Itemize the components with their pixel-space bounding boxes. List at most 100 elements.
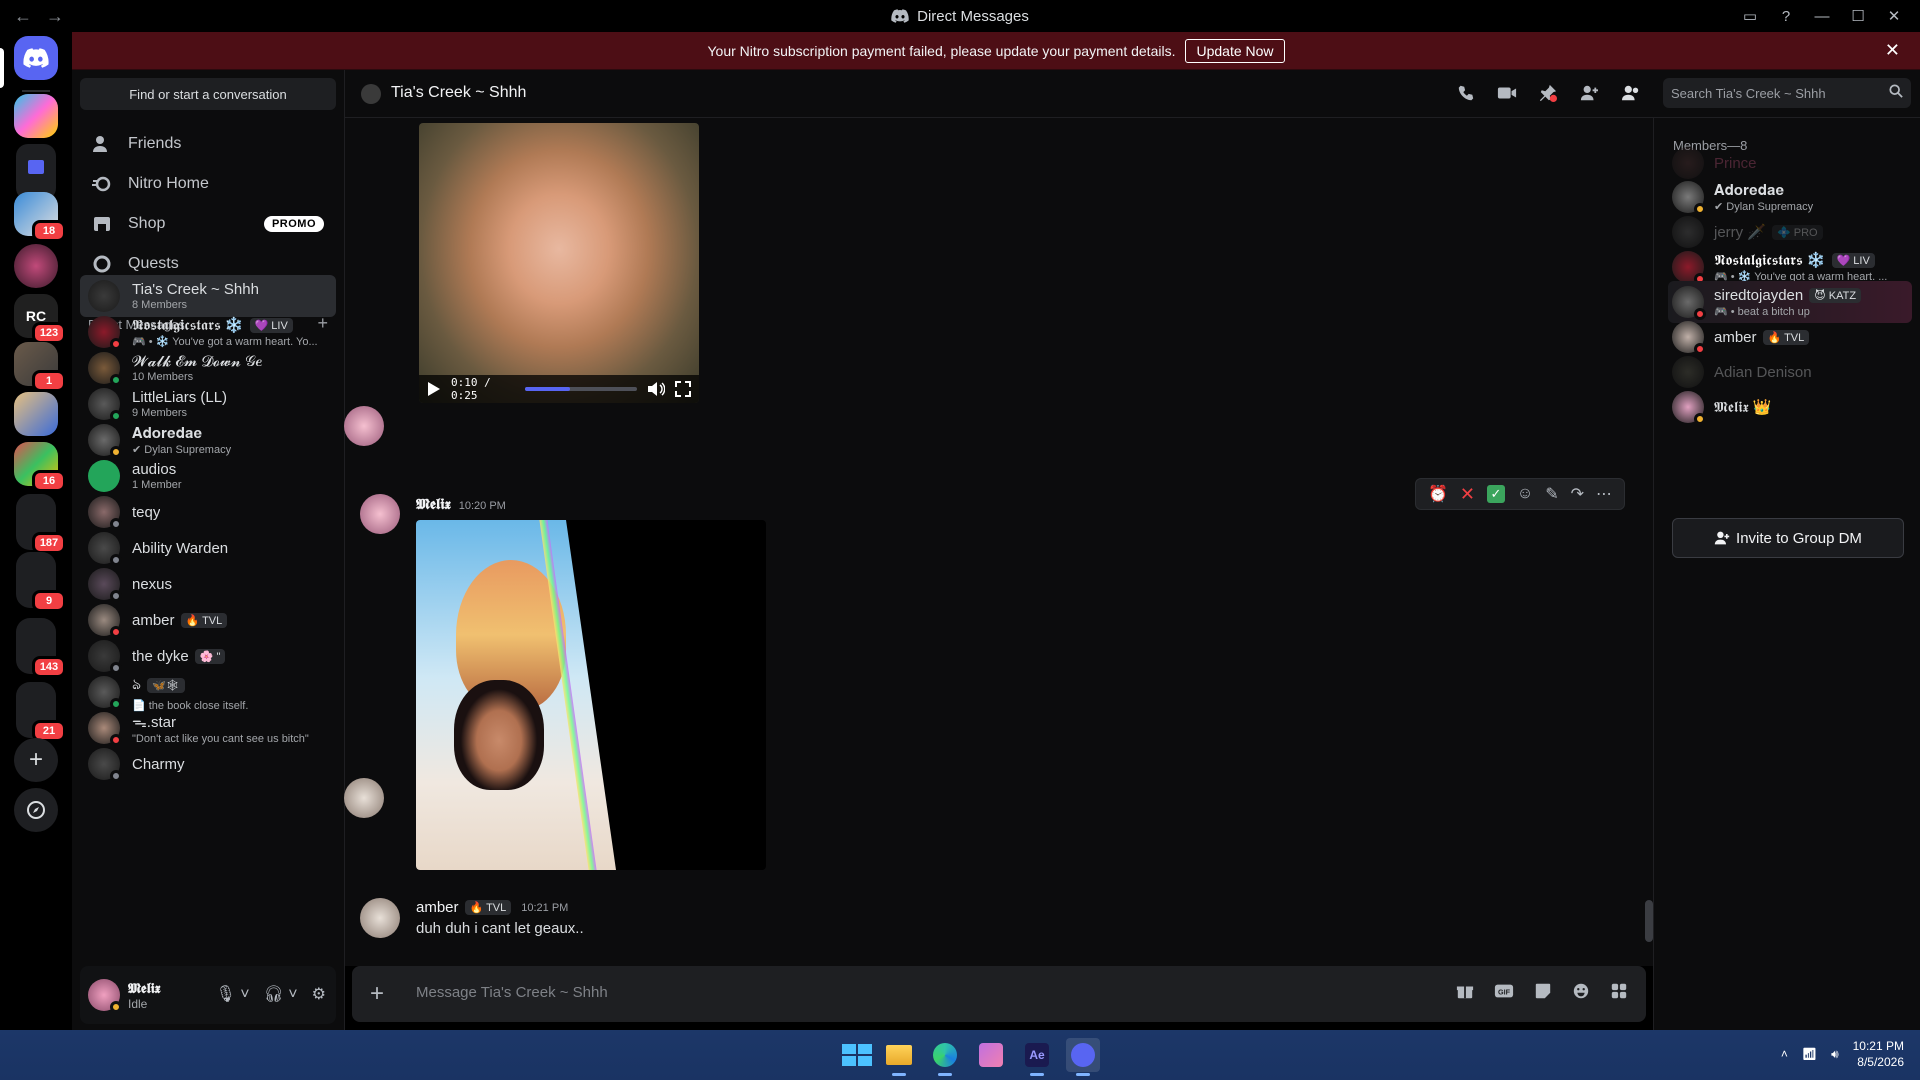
avatar	[88, 676, 122, 710]
nav-friends[interactable]: Friends	[80, 124, 336, 164]
file-explorer-icon[interactable]	[882, 1038, 916, 1076]
apps-icon[interactable]	[1610, 982, 1628, 1000]
add-reaction-icon[interactable]: ☺	[1517, 485, 1533, 503]
server-icon[interactable]: RC 123	[14, 294, 66, 344]
maximize-button[interactable]: ☐	[1840, 7, 1876, 25]
message-avatar[interactable]	[344, 406, 384, 446]
message-avatar[interactable]	[360, 494, 400, 534]
server-folder[interactable]: 21	[16, 682, 66, 742]
microphone-icon[interactable]: 🎙︎ ˅	[215, 984, 249, 1004]
volume-icon[interactable]	[647, 381, 665, 397]
emoji-icon[interactable]	[1572, 982, 1590, 1000]
help-icon[interactable]: ?	[1768, 8, 1804, 25]
server-icon[interactable]	[14, 244, 58, 288]
forward-arrow-icon[interactable]: →	[46, 6, 64, 27]
avatar	[88, 712, 122, 746]
dm-name: 𝐀𝐝𝐨𝐫𝐞𝐝𝐚𝐞	[132, 424, 203, 442]
app-icon[interactable]	[974, 1038, 1008, 1072]
gift-icon[interactable]	[1456, 982, 1474, 1000]
pinned-messages-icon[interactable]	[1539, 84, 1557, 102]
avatar	[1672, 356, 1704, 388]
search-placeholder: Search Tia's Creek ~ Shhh	[1671, 85, 1826, 101]
find-conversation-input[interactable]: Find or start a conversation	[80, 78, 336, 110]
minimize-button[interactable]: —	[1804, 8, 1840, 25]
close-window-button[interactable]: ✕	[1876, 7, 1912, 25]
message-author[interactable]: 𝕸𝖊𝖑𝖎𝖝	[416, 496, 451, 513]
avatar[interactable]	[88, 979, 122, 1013]
fullscreen-icon[interactable]	[675, 381, 691, 397]
edge-browser-icon[interactable]	[928, 1038, 962, 1076]
add-friends-to-dm-icon[interactable]	[1579, 84, 1599, 102]
start-windows-icon[interactable]	[836, 1038, 872, 1072]
video-progress-bar[interactable]	[524, 387, 637, 391]
avatar	[88, 640, 122, 674]
server-icon[interactable]: 1	[14, 342, 66, 392]
server-folder[interactable]: 9	[16, 552, 66, 612]
nav-shop[interactable]: Shop PROMO	[80, 204, 336, 244]
wifi-icon[interactable]: 📶︎	[1802, 1047, 1817, 1061]
message-avatar[interactable]	[360, 898, 400, 938]
svg-text:GIF: GIF	[1498, 988, 1511, 997]
window-title: Direct Messages	[917, 7, 1029, 25]
alarm-clock-icon[interactable]: ⏰	[1428, 484, 1448, 504]
chat-scrollbar[interactable]	[1645, 900, 1653, 942]
close-icon[interactable]: ✕	[1885, 40, 1900, 61]
add-server-button[interactable]: +	[14, 738, 58, 782]
server-icon[interactable]	[14, 94, 58, 138]
dm-item[interactable]: Charmy	[80, 743, 336, 785]
discover-compass-icon[interactable]	[14, 788, 58, 832]
volume-tray-icon[interactable]: 🔊︎	[1831, 1047, 1839, 1062]
dm-name: Charmy	[132, 755, 185, 773]
member-item[interactable]: 𝕸𝖊𝖑𝖎𝖝 👑	[1668, 386, 1912, 428]
discord-taskbar-icon[interactable]	[1066, 1038, 1100, 1076]
server-icon[interactable]: 16	[14, 442, 66, 492]
message-avatar[interactable]	[344, 778, 384, 818]
after-effects-icon[interactable]: Ae	[1020, 1038, 1054, 1076]
image-attachment[interactable]	[416, 520, 766, 870]
server-rail: 18 RC 123 1 16 187 9 143 21 +	[0, 32, 72, 1030]
dm-sidebar: Find or start a conversation Friends Nit…	[72, 70, 345, 1030]
sticker-icon[interactable]	[1534, 982, 1552, 1000]
clock-time: 10:21 PM	[1852, 1039, 1904, 1053]
video-controls: 0:10 / 0:25	[419, 375, 699, 403]
server-tag: 💜 LIV	[249, 317, 293, 333]
more-options-icon[interactable]: ⋯	[1596, 484, 1612, 504]
video-progress-fill	[524, 387, 570, 391]
play-icon[interactable]	[427, 381, 441, 397]
avatar	[1672, 147, 1704, 179]
voice-call-icon[interactable]	[1457, 84, 1475, 102]
server-icon[interactable]	[14, 392, 58, 436]
member-name: jerry 🗡️	[1714, 224, 1767, 241]
member-list-icon[interactable]	[1621, 84, 1641, 102]
forward-icon[interactable]: ↷	[1571, 484, 1584, 504]
settings-gear-icon[interactable]: ⚙	[312, 984, 326, 1004]
video-call-icon[interactable]	[1497, 84, 1517, 102]
nav-label: Quests	[128, 255, 179, 272]
message-author[interactable]: amber	[416, 899, 459, 916]
red-x-icon[interactable]: ✕	[1460, 484, 1475, 505]
search-input[interactable]: Search Tia's Creek ~ Shhh	[1663, 78, 1911, 108]
home-dm-button[interactable]	[14, 36, 58, 80]
inbox-icon[interactable]: ▭	[1732, 7, 1768, 25]
message-input-placeholder[interactable]: Message Tia's Creek ~ Shhh	[416, 984, 608, 1001]
edit-pencil-icon[interactable]: ✎	[1545, 484, 1558, 504]
server-folder[interactable]: 187	[16, 494, 66, 554]
nav-nitro-home[interactable]: Nitro Home	[80, 164, 336, 204]
server-tag: 💠 PRO	[1772, 224, 1823, 240]
tray-chevron-icon[interactable]: ˄	[1781, 1047, 1788, 1061]
server-folder[interactable]: 143	[16, 618, 66, 678]
back-arrow-icon[interactable]: ←	[14, 6, 32, 27]
server-icon[interactable]: 18	[14, 192, 66, 242]
idle-status-icon	[110, 1001, 122, 1013]
gif-icon[interactable]: GIF	[1494, 982, 1514, 1000]
update-now-button[interactable]: Update Now	[1185, 38, 1285, 63]
invite-to-group-dm-button[interactable]: Invite to Group DM	[1672, 518, 1904, 558]
nitro-icon	[92, 174, 112, 194]
clock[interactable]: 10:21 PM 8/5/2026	[1853, 1038, 1904, 1070]
message-composer[interactable]: + Message Tia's Creek ~ Shhh GIF	[352, 966, 1646, 1022]
headphones-icon[interactable]: 🎧︎ ˅	[264, 984, 298, 1004]
attach-plus-icon[interactable]: +	[370, 980, 384, 1008]
discord-logo-icon	[891, 9, 909, 23]
green-check-icon[interactable]: ✓	[1486, 485, 1505, 503]
video-player[interactable]: 0:10 / 0:25	[419, 123, 699, 403]
